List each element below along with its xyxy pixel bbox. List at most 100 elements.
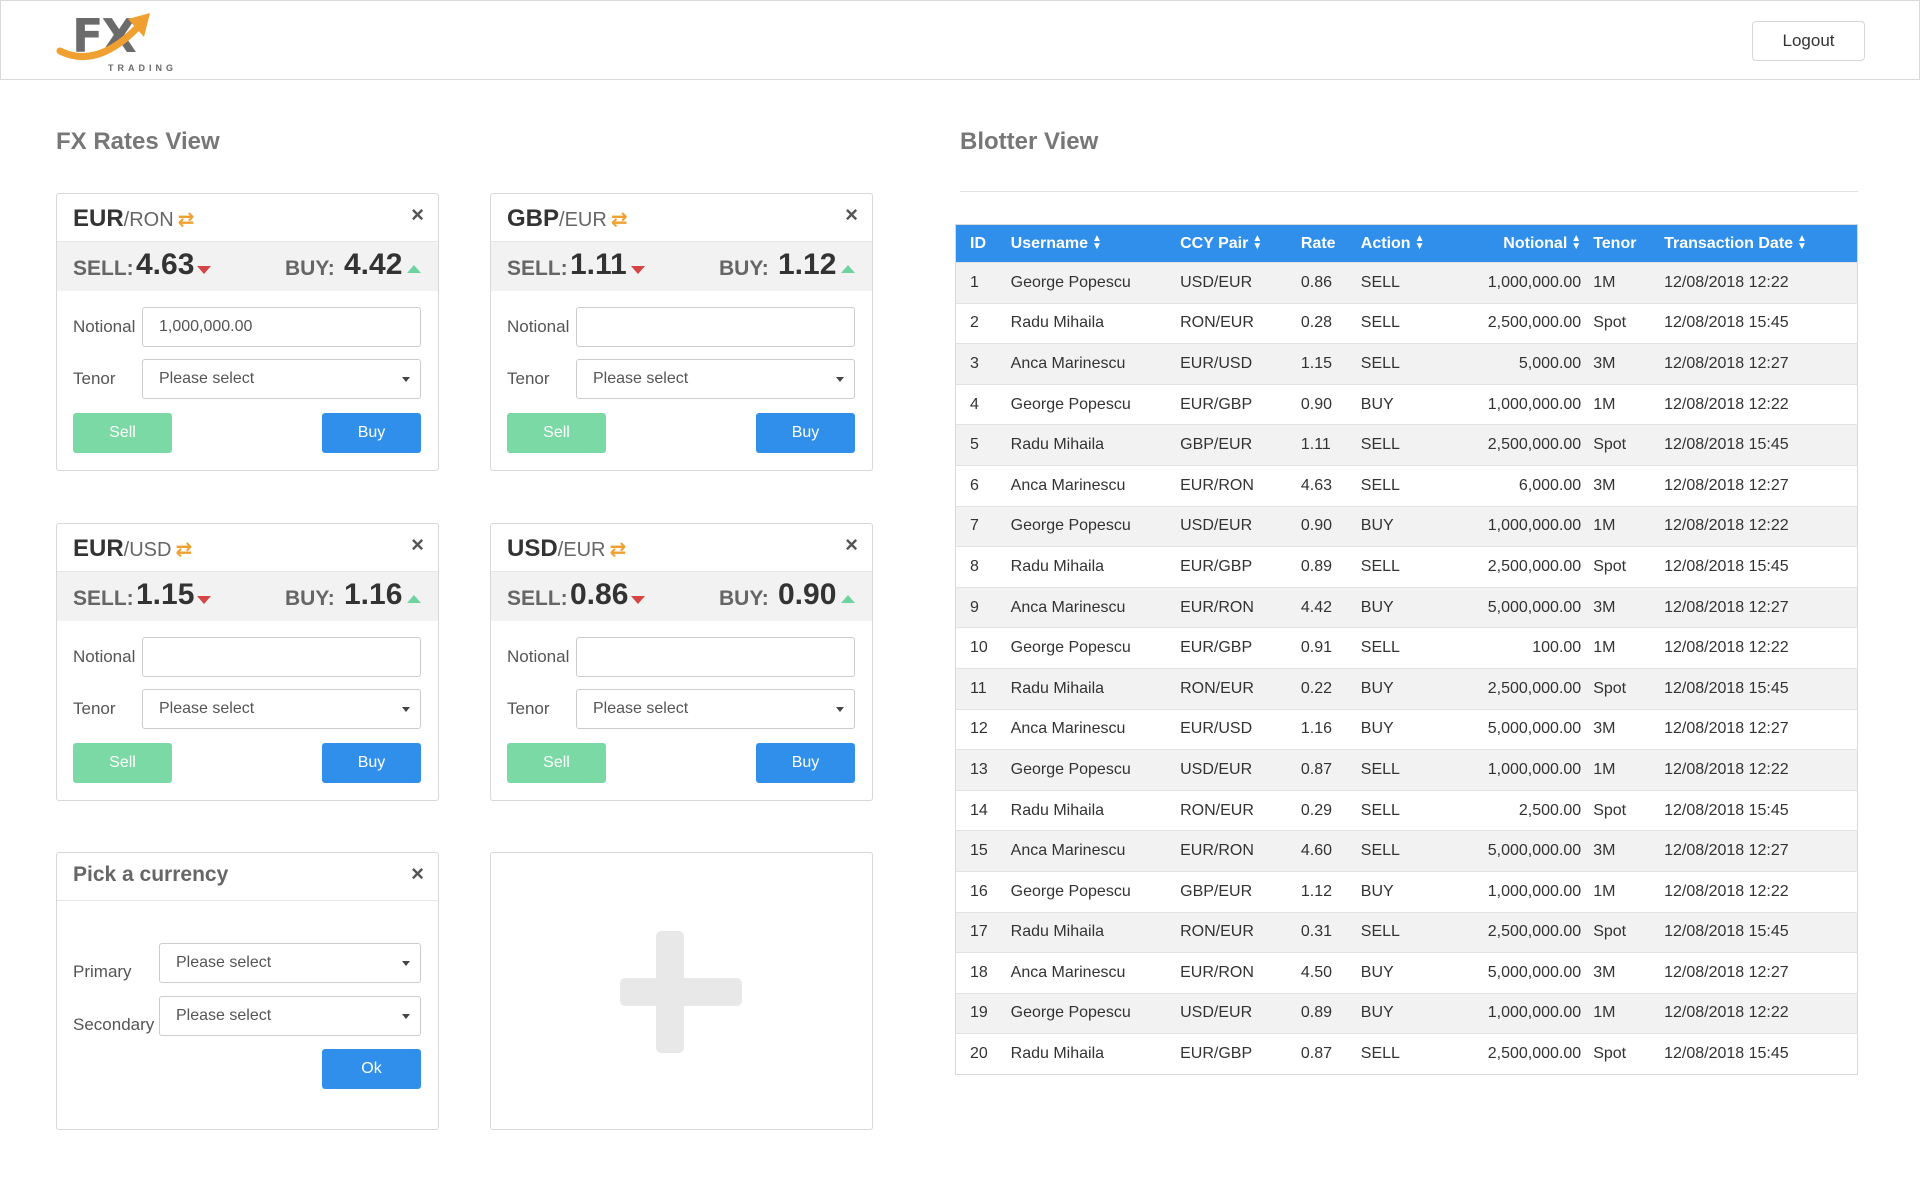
- sort-icon[interactable]: ▲ ▼: [1797, 234, 1807, 252]
- pick-currency-card: Pick a currency × Primary Please select …: [56, 852, 439, 1130]
- swap-icon[interactable]: ⇄: [175, 536, 192, 564]
- sell-button[interactable]: Sell: [73, 743, 172, 783]
- buy-button[interactable]: Buy: [756, 743, 855, 783]
- cell-ccy-pair: EUR/GBP: [1174, 627, 1295, 669]
- sell-rate: 1.15: [136, 578, 195, 611]
- table-row: 3 Anca Marinescu EUR/USD 1.15 SELL 5,000.00 3M…: [955, 343, 1858, 385]
- notional-input[interactable]: 1,000,000.00: [142, 307, 421, 347]
- cell-tenor: 3M: [1587, 952, 1659, 994]
- tenor-select[interactable]: Please select: [142, 359, 421, 399]
- cell-action: SELL: [1354, 464, 1452, 507]
- primary-select[interactable]: Please select: [159, 943, 421, 983]
- sort-icon[interactable]: ▲ ▼: [1571, 234, 1581, 252]
- buy-button[interactable]: Buy: [756, 413, 855, 453]
- cell-rate: 0.87: [1294, 1033, 1355, 1075]
- sell-button[interactable]: Sell: [507, 413, 606, 453]
- cell-notional: 2,500,000.00: [1451, 667, 1588, 710]
- pick-currency-header: Pick a currency ×: [57, 853, 438, 901]
- close-icon[interactable]: ×: [845, 532, 858, 558]
- cell-notional: 5,000,000.00: [1451, 830, 1588, 872]
- table-row: 8 Radu Mihaila EUR/GBP 0.89 SELL 2,500,000.00…: [955, 546, 1858, 588]
- cell-action: SELL: [1354, 627, 1452, 669]
- rate-card-header: USD/EUR ⇄ ×: [491, 524, 872, 572]
- cell-ccy-pair: EUR/RON: [1174, 586, 1295, 628]
- cell-action: BUY: [1354, 505, 1452, 547]
- cell-ccy-pair: USD/EUR: [1174, 262, 1295, 304]
- table-row: 12 Anca Marinescu EUR/USD 1.16 BUY 5,000,000.…: [955, 708, 1858, 750]
- tenor-select[interactable]: Please select: [142, 689, 421, 729]
- cell-rate: 0.28: [1294, 302, 1355, 344]
- add-rate-card-button[interactable]: [490, 852, 873, 1130]
- cell-notional: 1,000,000.00: [1451, 505, 1588, 547]
- cell-rate: 0.29: [1294, 789, 1355, 831]
- fx-trading-logo: FX TRADING: [56, 7, 173, 75]
- ok-button[interactable]: Ok: [322, 1049, 421, 1089]
- cell-tenor: 1M: [1587, 749, 1659, 791]
- notional-label: Notional: [73, 317, 136, 336]
- column-header-transaction-date[interactable]: Transaction Date ▲ ▼: [1658, 224, 1858, 263]
- currency-pair: EUR/USD ⇄: [73, 535, 192, 566]
- notional-label: Notional: [507, 317, 570, 336]
- cell-id: 17: [955, 911, 1005, 953]
- cell-action: BUY: [1354, 952, 1452, 994]
- buy-button[interactable]: Buy: [322, 413, 421, 453]
- chevron-down-icon: [402, 707, 410, 712]
- sort-icon[interactable]: ▲ ▼: [1415, 234, 1425, 252]
- currency-pair: GBP/EUR ⇄: [507, 205, 628, 236]
- cell-rate: 0.90: [1294, 505, 1355, 547]
- close-icon[interactable]: ×: [845, 202, 858, 228]
- chevron-down-icon: [402, 377, 410, 382]
- notional-input[interactable]: [142, 637, 421, 677]
- primary-currency: EUR: [73, 535, 124, 562]
- table-row: 1 George Popescu USD/EUR 0.86 SELL 1,000,000.…: [955, 262, 1858, 304]
- column-header-id[interactable]: ID: [955, 224, 1005, 263]
- close-icon[interactable]: ×: [411, 861, 424, 887]
- sell-label: SELL:: [507, 587, 568, 610]
- swap-icon[interactable]: ⇄: [178, 206, 195, 234]
- sell-button[interactable]: Sell: [507, 743, 606, 783]
- logout-button[interactable]: Logout: [1752, 21, 1865, 61]
- secondary-select[interactable]: Please select: [159, 996, 421, 1036]
- sell-rate: 0.86: [570, 578, 629, 611]
- column-header-rate[interactable]: Rate: [1294, 224, 1355, 263]
- blotter-header-row: ID Username ▲ ▼ CCY Pair ▲ ▼ Rate Action ▲ ▼ Notion…: [955, 224, 1858, 263]
- tenor-select[interactable]: Please select: [576, 689, 855, 729]
- cell-id: 19: [955, 992, 1005, 1034]
- swap-icon[interactable]: ⇄: [611, 206, 628, 234]
- tenor-select[interactable]: Please select: [576, 359, 855, 399]
- cell-id: 15: [955, 830, 1005, 872]
- cell-username: George Popescu: [1004, 749, 1175, 791]
- column-header-ccy-pair[interactable]: CCY Pair ▲ ▼: [1174, 224, 1295, 263]
- notional-label: Notional: [507, 647, 570, 666]
- cell-rate: 4.63: [1294, 464, 1355, 507]
- cell-username: Anca Marinescu: [1004, 708, 1175, 750]
- notional-input[interactable]: [576, 307, 855, 347]
- cell-username: George Popescu: [1004, 992, 1175, 1034]
- cell-notional: 5,000,000.00: [1451, 952, 1588, 994]
- cell-ccy-pair: EUR/GBP: [1174, 1033, 1295, 1075]
- rate-down-icon: [631, 596, 645, 604]
- cell-tenor: 3M: [1587, 586, 1659, 628]
- column-header-username[interactable]: Username ▲ ▼: [1004, 224, 1175, 263]
- cell-id: 9: [955, 586, 1005, 628]
- column-header-action[interactable]: Action ▲ ▼: [1354, 224, 1452, 263]
- cell-tenor: 3M: [1587, 708, 1659, 750]
- close-icon[interactable]: ×: [411, 532, 424, 558]
- notional-input[interactable]: [576, 637, 855, 677]
- cell-tenor: Spot: [1587, 911, 1659, 953]
- swap-icon[interactable]: ⇄: [609, 536, 626, 564]
- secondary-currency: /RON: [123, 209, 174, 231]
- cell-transaction-date: 12/08/2018 15:45: [1658, 302, 1858, 344]
- cell-username: George Popescu: [1004, 505, 1175, 547]
- tenor-label: Tenor: [507, 369, 550, 388]
- sort-icon[interactable]: ▲ ▼: [1092, 234, 1102, 252]
- sort-icon[interactable]: ▲ ▼: [1252, 234, 1262, 252]
- column-header-notional[interactable]: Notional ▲ ▼: [1451, 224, 1588, 263]
- column-header-tenor[interactable]: Tenor: [1587, 224, 1659, 263]
- close-icon[interactable]: ×: [411, 202, 424, 228]
- cell-ccy-pair: RON/EUR: [1174, 302, 1295, 344]
- sell-button[interactable]: Sell: [73, 413, 172, 453]
- cell-transaction-date: 12/08/2018 12:22: [1658, 262, 1858, 304]
- buy-button[interactable]: Buy: [322, 743, 421, 783]
- cell-transaction-date: 12/08/2018 12:22: [1658, 383, 1858, 425]
